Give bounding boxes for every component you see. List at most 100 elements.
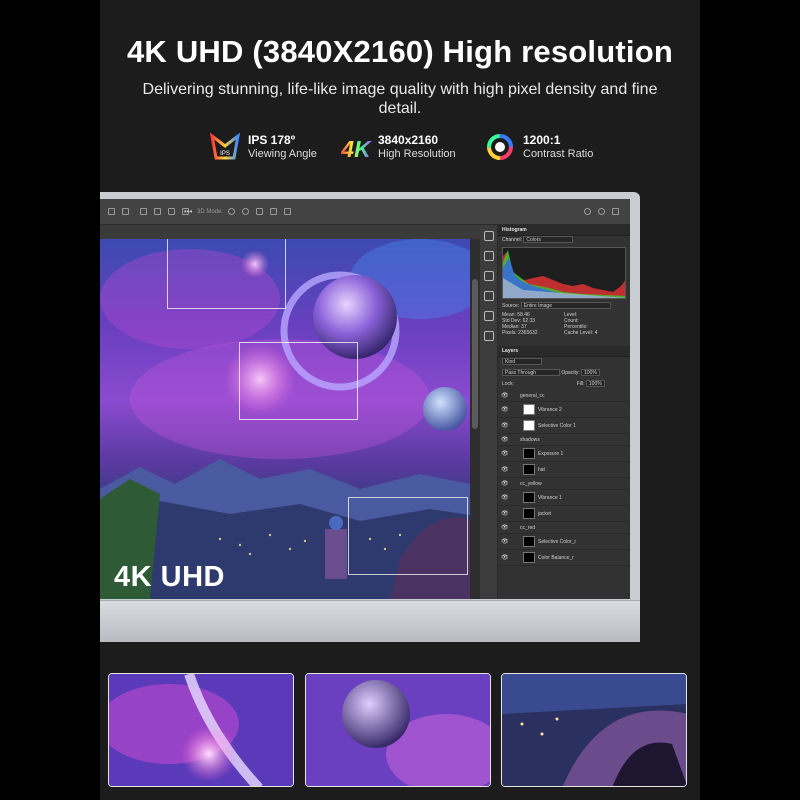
lock-label: Lock: bbox=[502, 381, 514, 387]
zoom-region-2 bbox=[239, 342, 358, 420]
more-icon[interactable]: ••• bbox=[184, 207, 192, 216]
layer-row[interactable]: 👁 Vibrance 2 bbox=[498, 402, 630, 418]
histogram-header: Histogram bbox=[498, 225, 630, 236]
detail-thumb-1 bbox=[108, 673, 294, 787]
visibility-eye-icon[interactable]: 👁 bbox=[501, 478, 509, 490]
3d-mode-label: 3D Mode: bbox=[197, 209, 224, 215]
options-toolbar: ••• 3D Mode: bbox=[100, 199, 630, 225]
detail-thumb-2 bbox=[305, 673, 491, 787]
align-right-icon[interactable] bbox=[140, 208, 147, 215]
zoom-region-1 bbox=[167, 239, 286, 309]
workspace-icon[interactable] bbox=[612, 208, 619, 215]
panel-tool-rail bbox=[480, 225, 498, 599]
canvas-scrollbar[interactable] bbox=[470, 239, 480, 599]
detail-thumb-3 bbox=[501, 673, 687, 787]
layer-row[interactable]: 👁 shadows bbox=[498, 434, 630, 446]
visibility-eye-icon[interactable]: 👁 bbox=[501, 434, 509, 446]
camera-icon[interactable] bbox=[284, 208, 291, 215]
layer-row[interactable]: 👁 Exposure 1 bbox=[498, 446, 630, 462]
layers-lock-row: Lock: Fill: 100% bbox=[498, 379, 630, 390]
kind-filter-select[interactable]: Kind bbox=[502, 358, 542, 366]
stat-cache-level: Cache Level: 4 bbox=[564, 330, 598, 336]
visibility-eye-icon[interactable]: 👁 bbox=[501, 490, 509, 506]
properties-icon[interactable] bbox=[484, 311, 494, 321]
layer-name: hat bbox=[538, 467, 545, 473]
blend-mode-select[interactable]: Pass Through bbox=[502, 369, 560, 377]
svg-text:4K: 4K bbox=[340, 136, 372, 162]
layer-mask-thumb bbox=[523, 492, 535, 504]
layer-name: Vibrance 2 bbox=[538, 407, 562, 413]
layer-name: Vibrance 1 bbox=[538, 495, 562, 501]
feature-ips: IPS IPS 178º Viewing Angle bbox=[209, 130, 317, 164]
user-icon[interactable] bbox=[584, 208, 591, 215]
align-top-icon[interactable] bbox=[154, 208, 161, 215]
visibility-eye-icon[interactable]: 👁 bbox=[501, 522, 509, 534]
fill-input[interactable]: 100% bbox=[585, 380, 605, 388]
pan-icon[interactable] bbox=[256, 208, 263, 215]
layer-row[interactable]: 👁 Color Balance_r bbox=[498, 550, 630, 566]
product-page: 4K UHD (3840X2160) High resolution Deliv… bbox=[100, 0, 700, 800]
fill-label: Fill: bbox=[576, 381, 585, 387]
character-icon[interactable] bbox=[484, 331, 494, 341]
orbit-icon[interactable] bbox=[228, 208, 235, 215]
layer-row[interactable]: 👁 Selective Color_r bbox=[498, 534, 630, 550]
artwork-canvas[interactable]: 4K UHD bbox=[100, 239, 470, 599]
layer-mask-thumb bbox=[523, 420, 535, 432]
layer-row[interactable]: 👁 cc_yellow bbox=[498, 478, 630, 490]
opacity-input[interactable]: 100% bbox=[581, 369, 600, 377]
histogram-stats: Mean: 58.46 Level: Std Dev: 62.33 Count:… bbox=[498, 310, 630, 338]
layer-row[interactable]: 👁 cc_red bbox=[498, 522, 630, 534]
feature-caption: High Resolution bbox=[378, 148, 456, 160]
channel-label: Channel: bbox=[502, 237, 523, 243]
4k-icon: 4K bbox=[340, 132, 372, 162]
layers-list: 👁 general_cc 👁 Vibrance 2 👁 Selective Color… bbox=[498, 390, 630, 566]
layer-row[interactable]: 👁 jacket bbox=[498, 506, 630, 522]
layers-filter-row: Kind bbox=[498, 357, 630, 368]
layer-name: Exposure 1 bbox=[538, 451, 564, 457]
layer-name: cc_red bbox=[520, 525, 536, 531]
visibility-eye-icon[interactable]: 👁 bbox=[501, 418, 509, 434]
channel-select[interactable]: Colors bbox=[523, 236, 574, 244]
layer-mask-thumb bbox=[523, 464, 535, 476]
scrollbar-thumb[interactable] bbox=[472, 279, 478, 429]
layer-mask-thumb bbox=[523, 536, 535, 548]
feature-contrast: 1200:1 Contrast Ratio bbox=[485, 130, 593, 164]
visibility-eye-icon[interactable]: 👁 bbox=[501, 402, 509, 418]
histogram-source-row: Source: Entire Image bbox=[498, 302, 630, 310]
visibility-eye-icon[interactable]: 👁 bbox=[501, 534, 509, 550]
slide-icon[interactable] bbox=[270, 208, 277, 215]
brush-icon[interactable] bbox=[484, 271, 494, 281]
histogram-graph bbox=[502, 247, 626, 299]
history-icon[interactable] bbox=[484, 231, 494, 241]
visibility-eye-icon[interactable]: 👁 bbox=[501, 462, 509, 478]
layer-row[interactable]: 👁 general_cc bbox=[498, 390, 630, 402]
layer-row[interactable]: 👁 Selective Color 1 bbox=[498, 418, 630, 434]
layer-name: jacket bbox=[538, 511, 552, 517]
feature-title: IPS 178º bbox=[248, 133, 296, 147]
align-center-icon[interactable] bbox=[122, 208, 129, 215]
layer-name: cc_yellow bbox=[520, 481, 542, 487]
ips-icon: IPS bbox=[209, 132, 241, 162]
adjustments-icon[interactable] bbox=[484, 251, 494, 261]
source-select[interactable]: Entire Image bbox=[520, 302, 611, 310]
monitor-chin bbox=[100, 600, 640, 642]
sliders-icon[interactable] bbox=[484, 291, 494, 301]
visibility-eye-icon[interactable]: 👁 bbox=[501, 506, 509, 522]
align-middle-icon[interactable] bbox=[168, 208, 175, 215]
visibility-eye-icon[interactable]: 👁 bbox=[501, 446, 509, 462]
page-subtitle: Delivering stunning, life-like image qua… bbox=[142, 81, 658, 117]
layer-name: shadows bbox=[520, 437, 540, 443]
visibility-eye-icon[interactable]: 👁 bbox=[501, 550, 509, 566]
roll-icon[interactable] bbox=[242, 208, 249, 215]
svg-text:IPS: IPS bbox=[220, 151, 230, 157]
search-icon[interactable] bbox=[598, 208, 605, 215]
layer-row[interactable]: 👁 hat bbox=[498, 462, 630, 478]
feature-caption: Viewing Angle bbox=[248, 148, 317, 160]
layer-row[interactable]: 👁 Vibrance 1 bbox=[498, 490, 630, 506]
feature-resolution: 4K 3840x2160 High Resolution bbox=[340, 130, 456, 164]
zoom-region-3 bbox=[348, 497, 468, 575]
align-left-icon[interactable] bbox=[108, 208, 115, 215]
visibility-eye-icon[interactable]: 👁 bbox=[501, 390, 509, 402]
layer-mask-thumb bbox=[523, 404, 535, 416]
layer-mask-thumb bbox=[523, 508, 535, 520]
